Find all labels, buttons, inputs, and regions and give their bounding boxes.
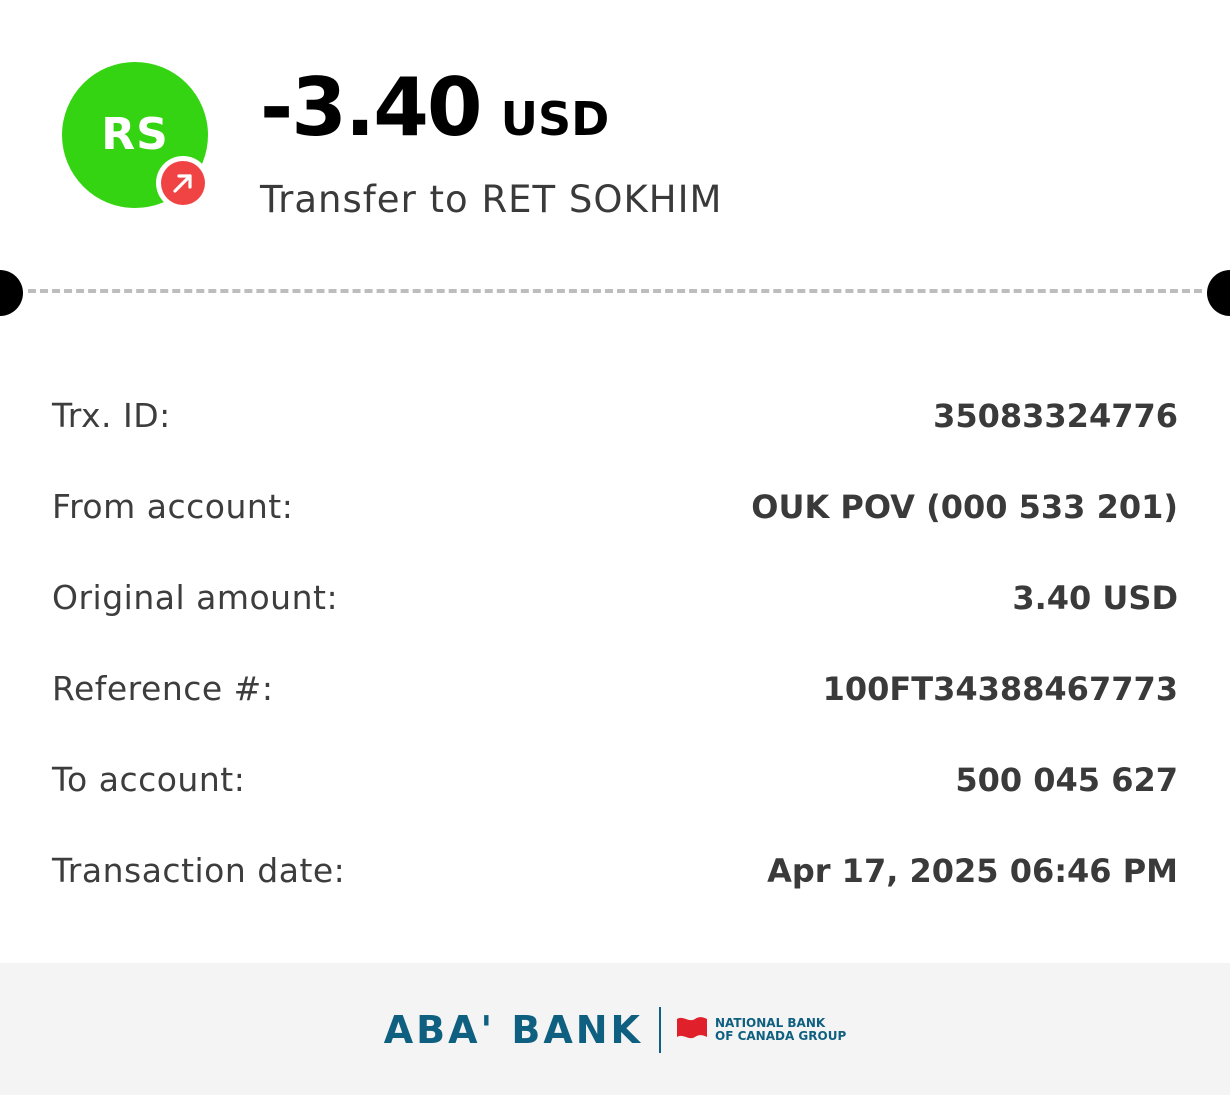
ticket-notch-left xyxy=(0,270,23,316)
detail-row-original-amount: Original amount: 3.40 USD xyxy=(52,552,1178,643)
detail-label: To account: xyxy=(52,760,246,799)
detail-value: 3.40 USD xyxy=(1012,578,1178,617)
receipt-footer: ABA' BANK NATIONAL BANK OF CANADA GROUP xyxy=(0,963,1230,1095)
ticket-notch-right xyxy=(1207,270,1230,316)
dashed-divider xyxy=(28,289,1202,293)
transaction-amount: -3.40 USD xyxy=(260,64,609,152)
detail-row-trx-id: Trx. ID: 35083324776 xyxy=(52,370,1178,461)
detail-label: Transaction date: xyxy=(52,851,346,890)
detail-value: 500 045 627 xyxy=(955,760,1178,799)
detail-label: From account: xyxy=(52,487,294,526)
detail-value: OUK POV (000 533 201) xyxy=(751,487,1178,526)
detail-value: Apr 17, 2025 06:46 PM xyxy=(767,851,1178,890)
detail-value: 100FT34388467773 xyxy=(822,669,1178,708)
group-line-2: OF CANADA GROUP xyxy=(715,1029,847,1043)
transaction-details: Trx. ID: 35083324776 From account: OUK P… xyxy=(52,370,1178,916)
detail-row-reference: Reference #: 100FT34388467773 xyxy=(52,643,1178,734)
arrow-up-right-icon xyxy=(161,161,205,205)
outgoing-transfer-badge xyxy=(156,156,210,210)
amount-currency: USD xyxy=(500,92,610,146)
logo-separator xyxy=(659,1007,661,1053)
amount-value: -3.40 xyxy=(260,61,483,154)
detail-row-to-account: To account: 500 045 627 xyxy=(52,734,1178,825)
aba-bank-logo: ABA' BANK NATIONAL BANK OF CANADA GROUP xyxy=(383,1007,846,1053)
national-bank-flag-icon xyxy=(675,1013,709,1047)
bank-group-text: NATIONAL BANK OF CANADA GROUP xyxy=(715,1017,846,1043)
detail-label: Original amount: xyxy=(52,578,339,617)
detail-row-from-account: From account: OUK POV (000 533 201) xyxy=(52,461,1178,552)
detail-label: Reference #: xyxy=(52,669,274,708)
detail-label: Trx. ID: xyxy=(52,396,171,435)
detail-value: 35083324776 xyxy=(933,396,1178,435)
avatar-initials: RS xyxy=(101,108,169,160)
detail-row-transaction-date: Transaction date: Apr 17, 2025 06:46 PM xyxy=(52,825,1178,916)
bank-logo-text: ABA' BANK xyxy=(383,1008,643,1052)
transaction-receipt: RS -3.40 USD Transfer to RET SOKHIM Trx.… xyxy=(0,0,1230,1095)
transfer-description: Transfer to RET SOKHIM xyxy=(260,178,723,221)
